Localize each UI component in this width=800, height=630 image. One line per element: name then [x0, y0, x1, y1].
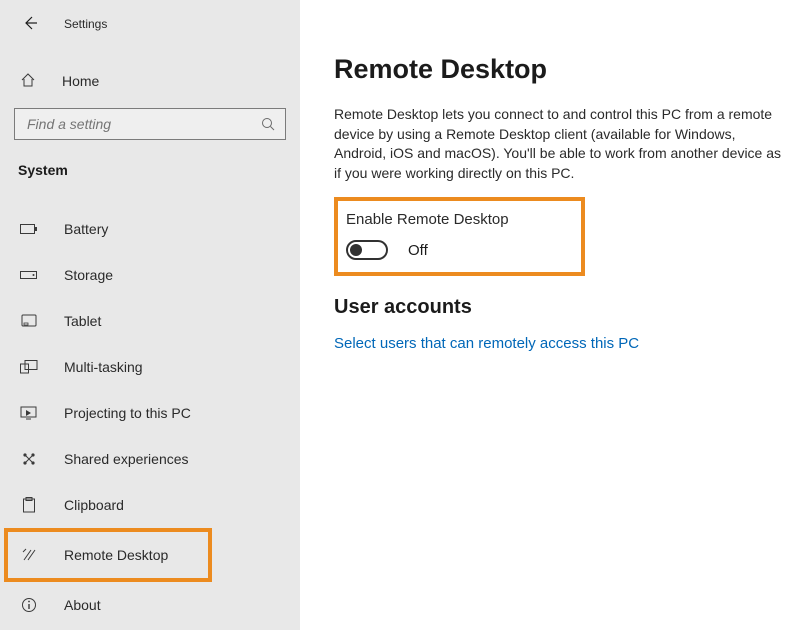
sidebar-item-label: Projecting to this PC — [64, 405, 191, 421]
sidebar-item-shared-experiences[interactable]: Shared experiences — [8, 436, 292, 482]
content-panel: Remote Desktop Remote Desktop lets you c… — [300, 0, 800, 630]
annotation-highlight-toggle: Enable Remote Desktop Off — [334, 197, 585, 276]
select-users-link[interactable]: Select users that can remotely access th… — [334, 335, 782, 352]
sidebar-item-battery[interactable]: Battery — [8, 206, 292, 252]
annotation-highlight-sidebar: Remote Desktop — [4, 528, 212, 582]
page-title: Remote Desktop — [334, 54, 782, 85]
sidebar-item-label: Shared experiences — [64, 451, 189, 467]
shared-experiences-icon — [20, 450, 38, 468]
search-input-box[interactable] — [14, 108, 286, 140]
sidebar-item-label: Home — [62, 73, 99, 89]
projecting-icon — [20, 404, 38, 422]
sidebar-item-label: Remote Desktop — [64, 547, 168, 563]
category-heading: System — [18, 162, 292, 178]
tablet-icon — [20, 312, 38, 330]
battery-icon — [20, 220, 38, 238]
sidebar-item-multitasking[interactable]: Multi-tasking — [8, 344, 292, 390]
sidebar-item-storage[interactable]: Storage — [8, 252, 292, 298]
sidebar-item-label: Clipboard — [64, 497, 124, 513]
toggle-knob-icon — [350, 244, 362, 256]
sidebar-item-label: Tablet — [64, 313, 101, 329]
search-icon — [261, 117, 275, 131]
sidebar-item-tablet[interactable]: Tablet — [8, 298, 292, 344]
multitasking-icon — [20, 358, 38, 376]
sidebar-item-clipboard[interactable]: Clipboard — [8, 482, 292, 528]
sidebar-item-projecting[interactable]: Projecting to this PC — [8, 390, 292, 436]
arrow-left-icon — [22, 15, 38, 34]
section-heading: User accounts — [334, 296, 782, 319]
remote-desktop-icon — [20, 546, 38, 564]
sidebar-item-home[interactable]: Home — [8, 62, 292, 100]
page-description: Remote Desktop lets you connect to and c… — [334, 105, 782, 183]
sidebar-item-label: Battery — [64, 221, 108, 237]
window-title: Settings — [64, 17, 107, 31]
back-button[interactable] — [20, 14, 40, 34]
sidebar-item-about[interactable]: About — [8, 582, 292, 628]
clipboard-icon — [20, 496, 38, 514]
toggle-label: Enable Remote Desktop — [346, 211, 509, 228]
storage-icon — [20, 266, 38, 284]
sidebar-item-label: About — [64, 597, 101, 613]
enable-remote-desktop-toggle[interactable] — [346, 240, 388, 260]
sidebar-item-label: Storage — [64, 267, 113, 283]
settings-sidebar: Settings Home System Battery — [0, 0, 300, 630]
sidebar-item-remote-desktop[interactable]: Remote Desktop — [8, 532, 208, 578]
toggle-state: Off — [408, 242, 428, 259]
sidebar-item-label: Multi-tasking — [64, 359, 143, 375]
about-icon — [20, 596, 38, 614]
search-input[interactable] — [25, 115, 261, 133]
home-icon — [20, 72, 36, 91]
